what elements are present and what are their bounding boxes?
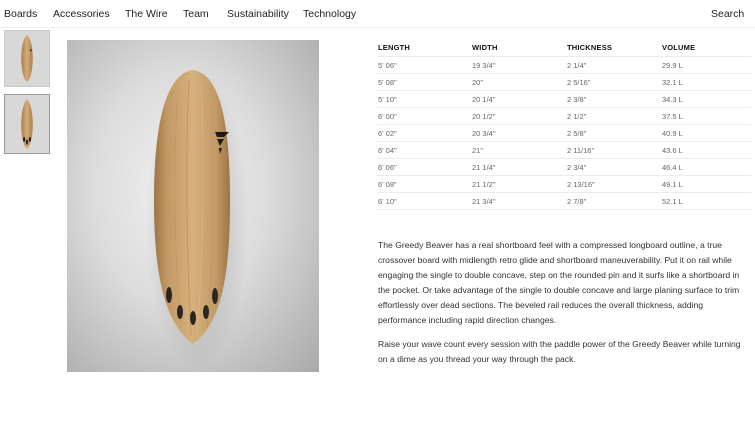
cell-length: 6' 06" [377, 158, 471, 176]
cell-length: 5' 10" [377, 90, 471, 108]
table-row: 6' 10" 21 3/4" 2 7/8" 52.1 L [377, 192, 751, 210]
cell-width: 20 3/4" [471, 124, 566, 142]
cell-thickness: 2 5/8" [566, 124, 661, 142]
specs-table: LENGTH WIDTH THICKNESS VOLUME 5' 06" 19 … [377, 39, 751, 210]
cell-width: 20" [471, 73, 566, 91]
surfboard-thumbnail-image [5, 95, 49, 153]
cell-volume: 46.4 L [661, 158, 751, 176]
table-row: 5' 10" 20 1/4" 2 3/8" 34.3 L [377, 90, 751, 108]
cell-width: 21 1/2" [471, 175, 566, 193]
cell-length: 6' 04" [377, 141, 471, 159]
cell-length: 6' 08" [377, 175, 471, 193]
cell-volume: 29.9 L [661, 56, 751, 74]
cell-width: 20 1/4" [471, 90, 566, 108]
cell-width: 21 1/4" [471, 158, 566, 176]
product-description-secondary: Raise your wave count every session with… [378, 339, 741, 364]
cell-thickness: 2 11/16" [566, 141, 661, 159]
cell-volume: 43.6 L [661, 141, 751, 159]
cell-thickness: 2 7/8" [566, 192, 661, 210]
nav-accessories[interactable]: Accessories [53, 8, 110, 20]
thumbnail-board-bottom[interactable] [4, 94, 50, 154]
header-width: WIDTH [472, 43, 498, 52]
search-link[interactable]: Search [711, 8, 744, 20]
table-row: 5' 08" 20" 2 5/16" 32.1 L [377, 73, 751, 91]
header-volume: VOLUME [662, 43, 696, 52]
cell-volume: 37.5 L [661, 107, 751, 125]
header-thickness: THICKNESS [567, 43, 613, 52]
surfboard-image [145, 70, 249, 370]
nav-team[interactable]: Team [183, 8, 209, 20]
nav-the-wire[interactable]: The Wire [125, 8, 168, 20]
cell-thickness: 2 13/16" [566, 175, 661, 193]
cell-length: 6' 10" [377, 192, 471, 210]
nav-sustainability[interactable]: Sustainability [227, 8, 289, 20]
cell-volume: 52.1 L [661, 192, 751, 210]
cell-volume: 34.3 L [661, 90, 751, 108]
cell-length: 6' 02" [377, 124, 471, 142]
top-navigation: Boards Accessories The Wire Team Sustain… [0, 0, 755, 28]
cell-volume: 40.9 L [661, 124, 751, 142]
product-image [67, 40, 319, 372]
cell-volume: 32.1 L [661, 73, 751, 91]
cell-length: 5' 08" [377, 73, 471, 91]
cell-thickness: 2 1/2" [566, 107, 661, 125]
cell-length: 5' 06" [377, 56, 471, 74]
specs-header-row: LENGTH WIDTH THICKNESS VOLUME [377, 39, 751, 57]
cell-volume: 49.1 L [661, 175, 751, 193]
cell-thickness: 2 3/4" [566, 158, 661, 176]
nav-technology[interactable]: Technology [303, 8, 356, 20]
cell-thickness: 2 3/8" [566, 90, 661, 108]
cell-thickness: 2 5/16" [566, 73, 661, 91]
table-row: 6' 02" 20 3/4" 2 5/8" 40.9 L [377, 124, 751, 142]
table-row: 6' 06" 21 1/4" 2 3/4" 46.4 L [377, 158, 751, 176]
nav-boards[interactable]: Boards [4, 8, 37, 20]
cell-length: 6' 00" [377, 107, 471, 125]
cell-thickness: 2 1/4" [566, 56, 661, 74]
product-description: The Greedy Beaver has a real shortboard … [378, 240, 740, 325]
cell-width: 19 3/4" [471, 56, 566, 74]
table-row: 6' 00" 20 1/2" 2 1/2" 37.5 L [377, 107, 751, 125]
thumbnail-board-deck[interactable] [4, 30, 50, 87]
header-length: LENGTH [378, 43, 411, 52]
table-row: 5' 06" 19 3/4" 2 1/4" 29.9 L [377, 56, 751, 74]
cell-width: 21" [471, 141, 566, 159]
cell-width: 20 1/2" [471, 107, 566, 125]
cell-width: 21 3/4" [471, 192, 566, 210]
surfboard-thumbnail-image [5, 31, 49, 86]
table-row: 6' 08" 21 1/2" 2 13/16" 49.1 L [377, 175, 751, 193]
table-row: 6' 04" 21" 2 11/16" 43.6 L [377, 141, 751, 159]
